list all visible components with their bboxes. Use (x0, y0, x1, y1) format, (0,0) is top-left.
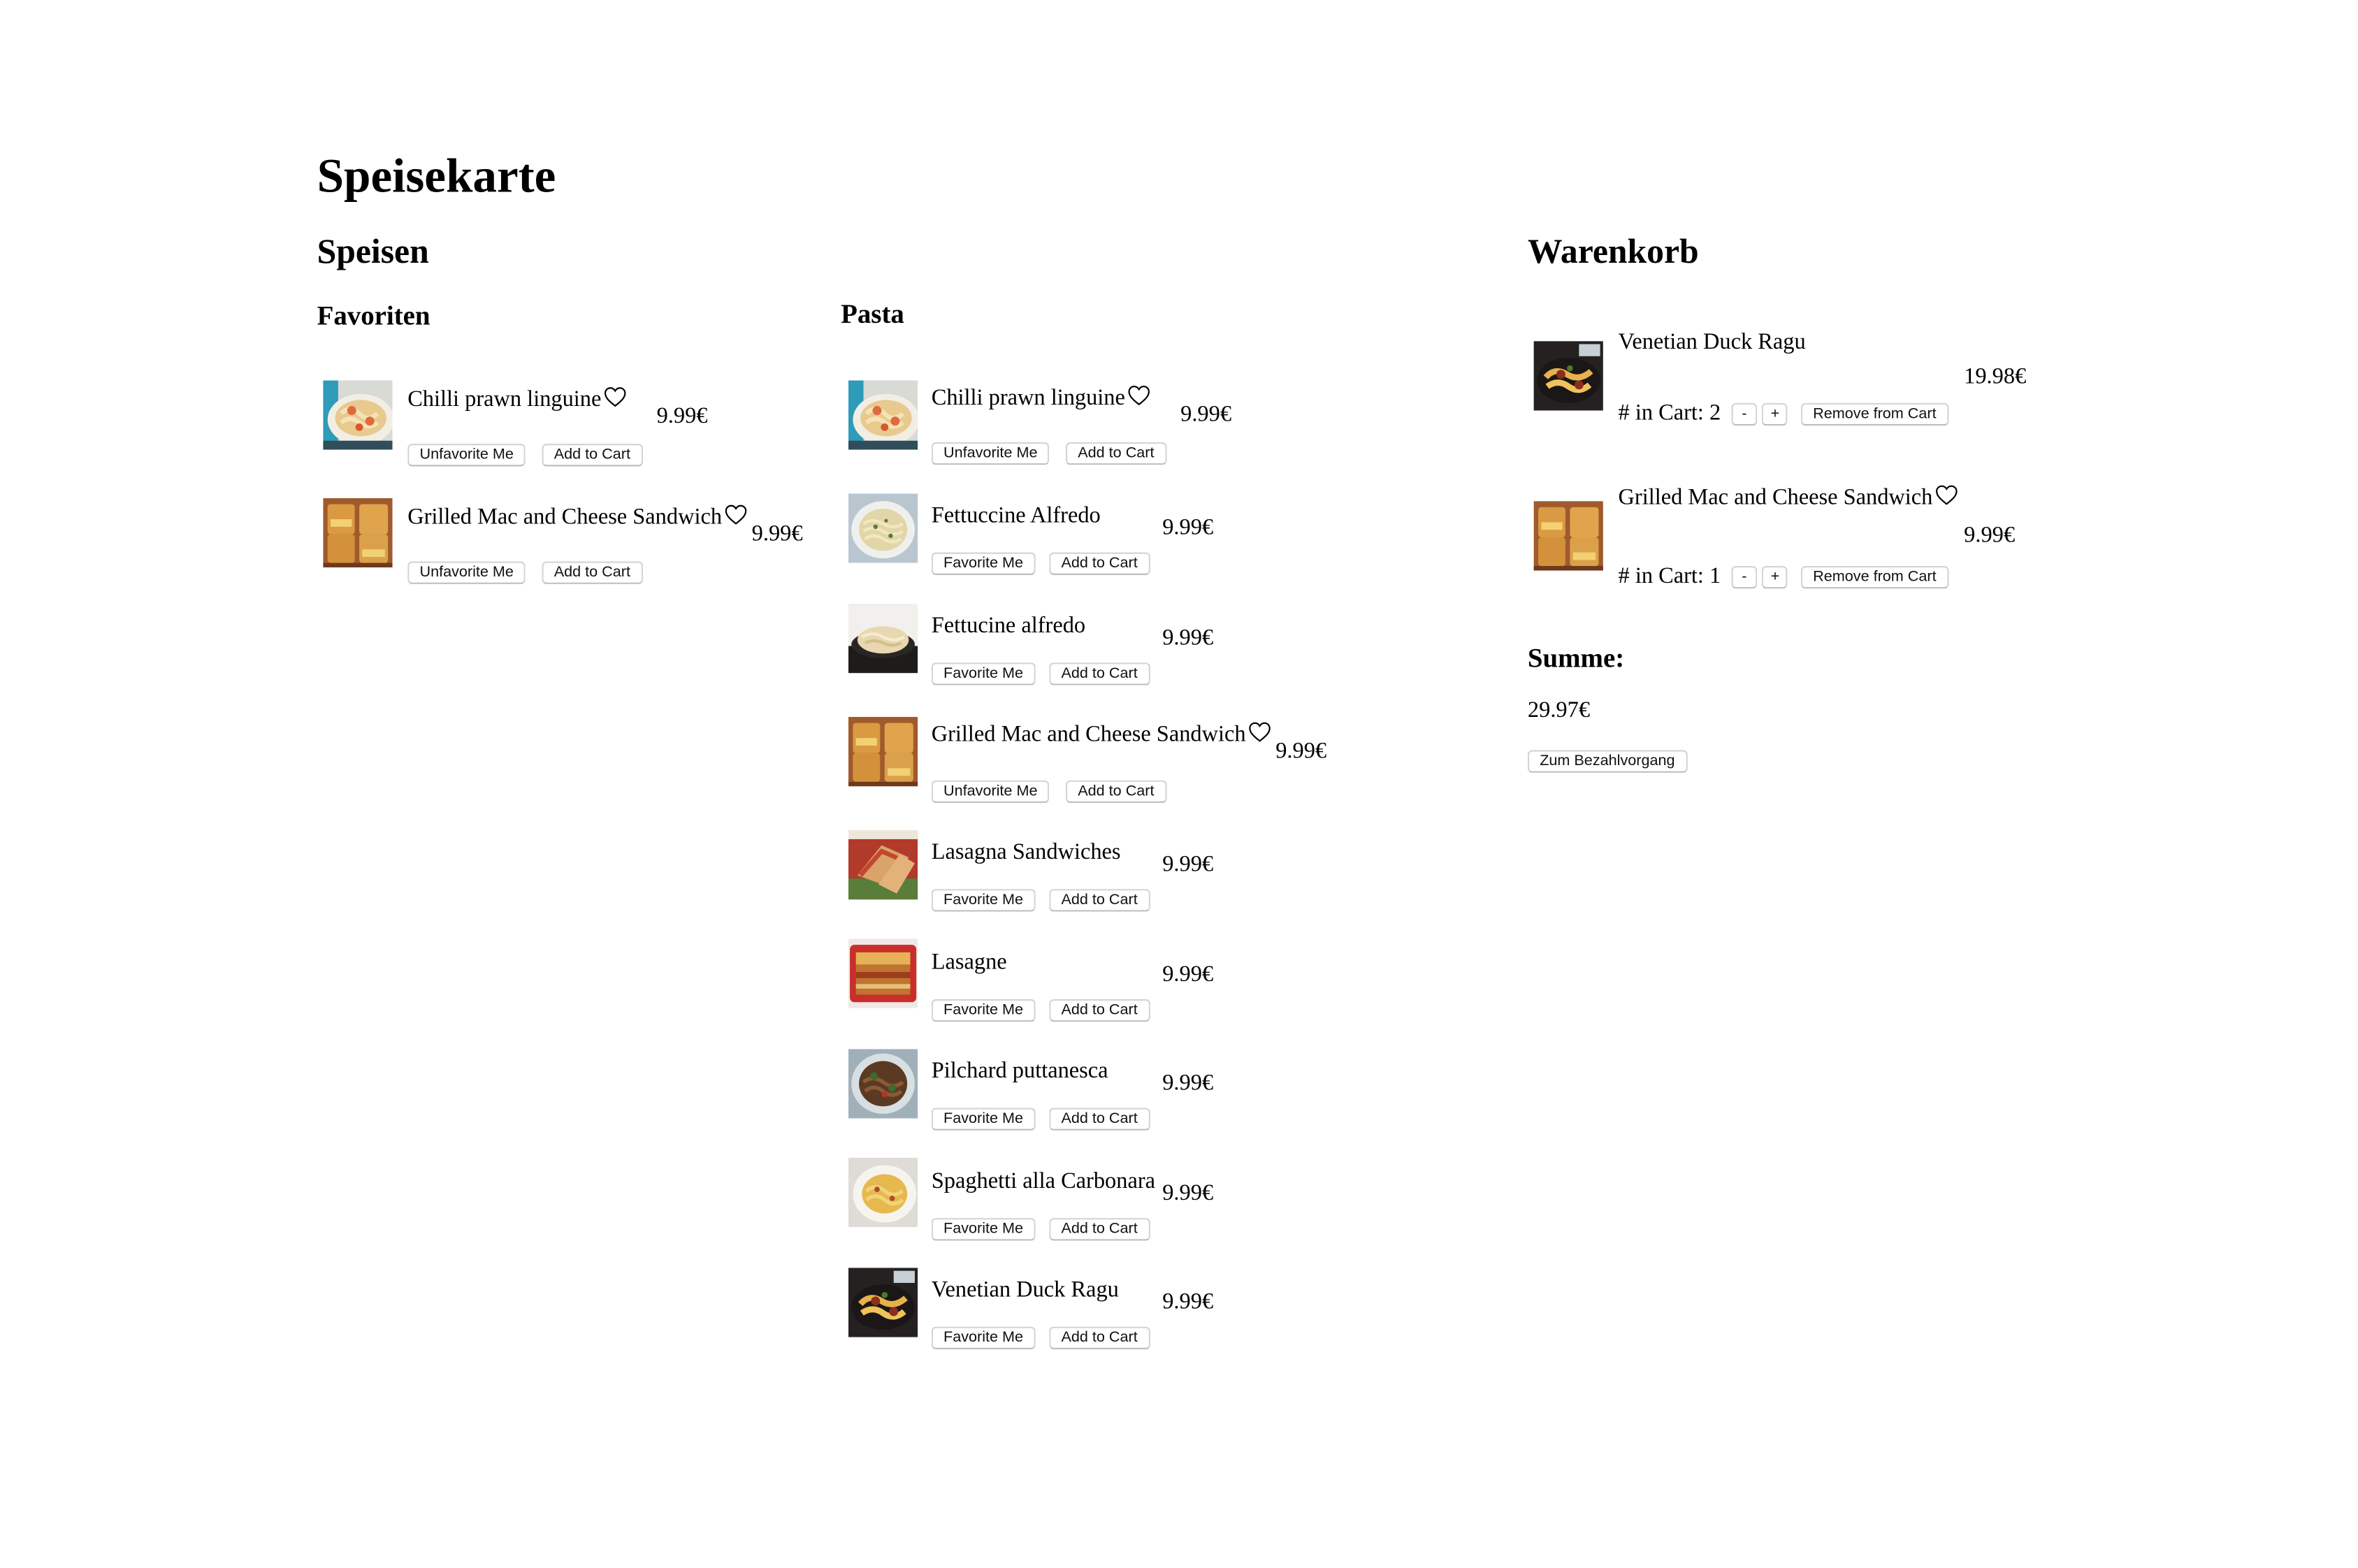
favorite-button[interactable]: Favorite Me (931, 662, 1036, 685)
item-name: Fettuccine Alfredo (931, 504, 1101, 528)
increase-quantity-button[interactable]: + (1761, 402, 1788, 426)
add-to-cart-button[interactable]: Add to Cart (1049, 999, 1150, 1022)
item-price: 9.99€ (1162, 963, 1214, 987)
item-price: 9.99€ (1162, 516, 1214, 541)
sum-heading: Summe: (1527, 643, 1625, 674)
add-to-cart-button[interactable]: Add to Cart (1049, 889, 1150, 912)
heart-icon[interactable] (605, 386, 627, 407)
food-image (848, 1268, 918, 1337)
page-title: Speisekarte (317, 147, 556, 203)
favorite-button[interactable]: Favorite Me (931, 889, 1036, 912)
item-price: 9.99€ (1162, 1071, 1214, 1096)
item-name: Venetian Duck Ragu (1618, 331, 1806, 355)
heart-icon[interactable] (1128, 385, 1150, 406)
menu-page: Speisekarte Speisen Favoriten Pasta Ware… (0, 0, 2358, 1568)
cart-quantity: # in Cart: 1 (1618, 564, 1721, 589)
add-to-cart-button[interactable]: Add to Cart (1049, 1108, 1150, 1131)
add-to-cart-button[interactable]: Add to Cart (1065, 780, 1166, 804)
item-price: 9.99€ (1162, 626, 1214, 651)
item-price: 9.99€ (1162, 1290, 1214, 1315)
unfavorite-button[interactable]: Unfavorite Me (407, 561, 526, 584)
item-name: Venetian Duck Ragu (931, 1278, 1119, 1303)
decrease-quantity-button[interactable]: - (1731, 566, 1758, 589)
item-price: 9.99€ (1180, 402, 1232, 428)
unfavorite-button[interactable]: Unfavorite Me (931, 780, 1050, 804)
food-image (1534, 341, 1603, 410)
item-name: Spaghetti alla Carbonara (931, 1170, 1156, 1194)
add-to-cart-button[interactable]: Add to Cart (542, 561, 643, 584)
item-name-row: Grilled Mac and Cheese Sandwich (407, 504, 748, 531)
add-to-cart-button[interactable]: Add to Cart (1065, 442, 1166, 465)
menu-heading: Speisen (317, 232, 429, 270)
checkout-button[interactable]: Zum Bezahlvorgang (1527, 750, 1687, 773)
item-name-row: Chilli prawn linguine (932, 385, 1151, 412)
unfavorite-button[interactable]: Unfavorite Me (407, 444, 526, 467)
add-to-cart-button[interactable]: Add to Cart (1049, 1218, 1150, 1241)
add-to-cart-button[interactable]: Add to Cart (1049, 552, 1150, 575)
item-price: 9.99€ (1162, 852, 1214, 877)
item-name-row: Grilled Mac and Cheese Sandwich (1619, 484, 1959, 511)
add-to-cart-button[interactable]: Add to Cart (1049, 1326, 1150, 1350)
item-price: 9.99€ (751, 522, 803, 546)
favorite-button[interactable]: Favorite Me (931, 1108, 1036, 1131)
food-image (323, 498, 392, 567)
item-price: 19.98€ (1964, 365, 2027, 390)
food-image (848, 604, 918, 673)
item-name: Grilled Mac and Cheese Sandwich (931, 723, 1246, 748)
item-name-row: Chilli prawn linguine (407, 386, 627, 414)
favorite-button[interactable]: Favorite Me (931, 1326, 1036, 1350)
food-image (323, 380, 392, 449)
item-name: Grilled Mac and Cheese Sandwich (1618, 486, 1933, 511)
add-to-cart-button[interactable]: Add to Cart (1049, 662, 1150, 685)
item-price: 9.99€ (656, 404, 708, 429)
cart-quantity: # in Cart: 2 (1618, 401, 1721, 426)
heart-icon[interactable] (1936, 484, 1958, 505)
heart-icon[interactable] (725, 504, 747, 525)
unfavorite-button[interactable]: Unfavorite Me (931, 442, 1050, 465)
item-name: Fettucine alfredo (931, 614, 1086, 639)
add-to-cart-button[interactable]: Add to Cart (542, 444, 643, 467)
increase-quantity-button[interactable]: + (1761, 566, 1788, 589)
item-name: Lasagna Sandwiches (931, 841, 1121, 865)
food-image (848, 493, 918, 562)
food-image (848, 380, 918, 449)
cart-heading: Warenkorb (1527, 232, 1699, 270)
item-name: Chilli prawn linguine (931, 386, 1125, 411)
item-price: 9.99€ (1162, 1182, 1214, 1206)
food-image (848, 1049, 918, 1118)
sum-value: 29.97€ (1527, 699, 1591, 723)
favorite-button[interactable]: Favorite Me (931, 1218, 1036, 1241)
item-price: 9.99€ (1275, 739, 1327, 764)
favorite-button[interactable]: Favorite Me (931, 552, 1036, 575)
food-image (848, 1158, 918, 1227)
item-name: Lasagne (931, 950, 1007, 975)
pasta-heading: Pasta (841, 298, 904, 329)
decrease-quantity-button[interactable]: - (1731, 402, 1758, 426)
favorites-heading: Favoriten (317, 300, 431, 331)
food-image (848, 939, 918, 1008)
remove-from-cart-button[interactable]: Remove from Cart (1800, 402, 1948, 426)
food-image (1534, 501, 1603, 570)
favorite-button[interactable]: Favorite Me (931, 999, 1036, 1022)
item-name-row: Grilled Mac and Cheese Sandwich (932, 721, 1272, 748)
food-image (848, 830, 918, 899)
food-image (848, 717, 918, 786)
item-name: Pilchard puttanesca (931, 1059, 1108, 1084)
item-price: 9.99€ (1964, 523, 2016, 549)
item-name: Chilli prawn linguine (407, 388, 602, 412)
remove-from-cart-button[interactable]: Remove from Cart (1800, 566, 1948, 589)
heart-icon[interactable] (1249, 721, 1271, 742)
item-name: Grilled Mac and Cheese Sandwich (407, 505, 723, 530)
